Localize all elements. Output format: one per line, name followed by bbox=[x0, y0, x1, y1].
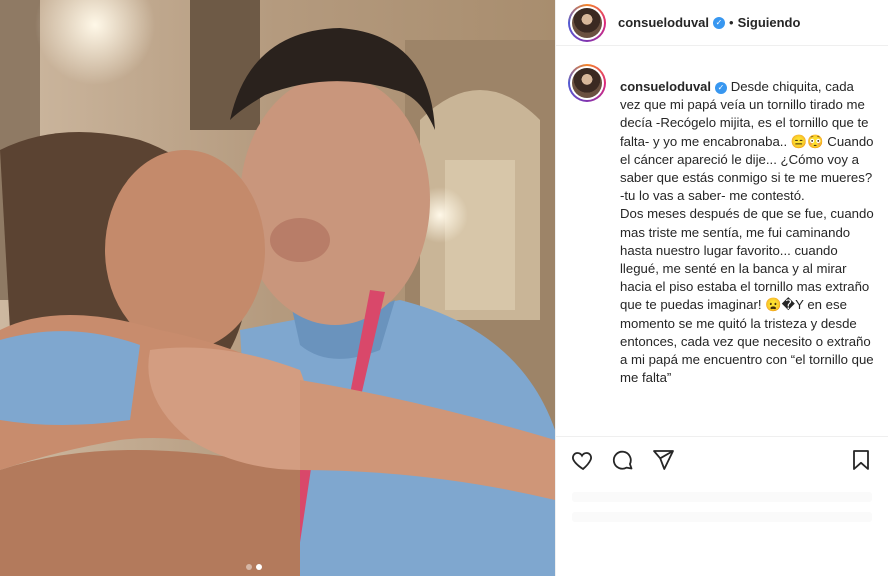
caption-avatar-image bbox=[572, 68, 602, 98]
faded-region bbox=[556, 482, 888, 576]
post-header: consueloduval ✓ • Siguiendo bbox=[556, 0, 888, 46]
username-link[interactable]: consueloduval bbox=[618, 15, 709, 30]
heart-icon[interactable] bbox=[570, 447, 596, 473]
separator: • bbox=[729, 15, 734, 30]
carousel-dot-active bbox=[256, 564, 262, 570]
carousel-dot bbox=[246, 564, 252, 570]
following-button[interactable]: Siguiendo bbox=[738, 15, 801, 30]
placeholder-line bbox=[572, 492, 872, 502]
caption-verified-badge-icon: ✓ bbox=[715, 81, 728, 94]
placeholder-line bbox=[572, 512, 872, 522]
comments-area[interactable]: consueloduval ✓ Desde chiquita, cada vez … bbox=[568, 64, 880, 431]
caption-avatar[interactable] bbox=[568, 64, 606, 102]
caption-username-link[interactable]: consueloduval bbox=[620, 79, 711, 94]
action-bar bbox=[556, 436, 888, 482]
avatar[interactable] bbox=[568, 3, 606, 42]
avatar-image bbox=[572, 7, 602, 38]
post-photo[interactable] bbox=[0, 0, 555, 576]
caption: consueloduval ✓ Desde chiquita, cada vez … bbox=[620, 78, 878, 387]
share-icon[interactable] bbox=[650, 447, 676, 473]
post-side-panel: consueloduval ✓ • Siguiendo consueloduva… bbox=[555, 0, 888, 576]
verified-badge-icon: ✓ bbox=[713, 16, 726, 29]
caption-text: Desde chiquita, cada vez que mi papá veí… bbox=[620, 79, 874, 386]
bookmark-icon[interactable] bbox=[848, 447, 874, 473]
comment-icon[interactable] bbox=[610, 447, 636, 473]
caption-row: consueloduval ✓ Desde chiquita, cada vez … bbox=[568, 64, 880, 387]
carousel-indicator bbox=[246, 564, 262, 570]
photo-illustration bbox=[0, 0, 555, 576]
